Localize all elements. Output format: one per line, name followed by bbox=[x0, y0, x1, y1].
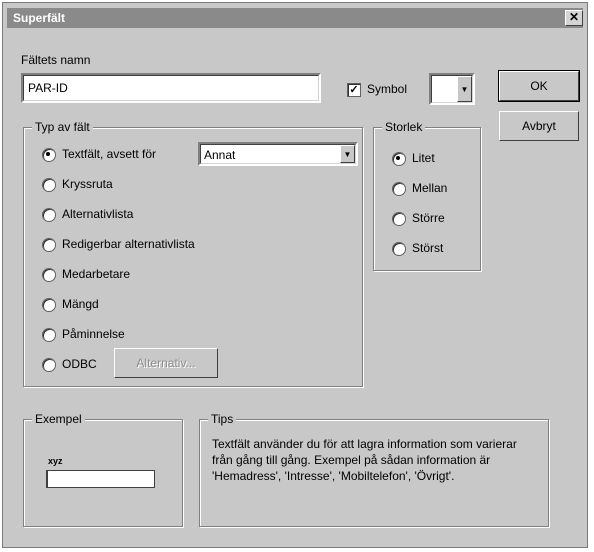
tips-group-title: Tips bbox=[208, 412, 237, 426]
radio-size-storre[interactable] bbox=[392, 212, 406, 226]
radio-textfalt[interactable] bbox=[42, 148, 56, 162]
radio-alternativlista[interactable] bbox=[42, 208, 56, 222]
close-button[interactable]: ✕ bbox=[565, 10, 583, 26]
cancel-label: Avbryt bbox=[522, 119, 556, 133]
field-name-input[interactable]: PAR-ID bbox=[21, 73, 321, 103]
dialog-title: Superfält bbox=[13, 11, 66, 25]
text-purpose-dropdown-arrow[interactable]: ▼ bbox=[340, 145, 355, 163]
radio-size-mellan[interactable] bbox=[392, 182, 406, 196]
radio-size-litet[interactable] bbox=[392, 152, 406, 166]
example-sample-label: xyz bbox=[48, 456, 63, 466]
field-type-group-title: Typ av fält bbox=[32, 120, 93, 134]
radio-kryssruta[interactable] bbox=[42, 178, 56, 192]
radio-odbc[interactable] bbox=[42, 358, 56, 372]
alternatives-label: Alternativ... bbox=[136, 356, 196, 370]
option-label-kryssruta: Kryssruta bbox=[62, 177, 113, 191]
example-preview-field bbox=[46, 470, 155, 488]
chevron-down-icon: ▼ bbox=[460, 85, 469, 94]
cancel-button[interactable]: Avbryt bbox=[499, 111, 579, 141]
option-label-redigerbar: Redigerbar alternativlista bbox=[62, 237, 195, 251]
ok-button[interactable]: OK bbox=[498, 70, 580, 102]
superfalt-dialog: Superfält ✕ Fältets namn PAR-ID ✓ Symbol… bbox=[2, 2, 588, 548]
tips-text: Textfält använder du för att lagra infor… bbox=[212, 437, 517, 483]
option-label-paminnelse: Påminnelse bbox=[62, 327, 125, 341]
close-icon: ✕ bbox=[568, 10, 580, 24]
size-label-litet: Litet bbox=[412, 151, 435, 165]
symbol-combo[interactable]: ▼ bbox=[429, 73, 475, 105]
text-purpose-value: Annat bbox=[204, 148, 236, 162]
size-group: Storlek Litet Mellan Större Störst bbox=[373, 120, 481, 271]
example-group: Exempel xyz bbox=[23, 412, 183, 527]
field-name-value: PAR-ID bbox=[28, 81, 68, 95]
size-label-mellan: Mellan bbox=[412, 181, 448, 195]
radio-size-storst[interactable] bbox=[392, 242, 406, 256]
radio-medarbetare[interactable] bbox=[42, 268, 56, 282]
size-label-storre: Större bbox=[412, 211, 445, 225]
size-group-title: Storlek bbox=[382, 120, 426, 134]
option-label-medarbetare: Medarbetare bbox=[62, 267, 131, 281]
option-label-odbc: ODBC bbox=[62, 357, 97, 371]
radio-paminnelse[interactable] bbox=[42, 328, 56, 342]
radio-redigerbar-alternativlista[interactable] bbox=[42, 238, 56, 252]
symbol-dropdown-arrow[interactable]: ▼ bbox=[457, 76, 472, 102]
radio-mangd[interactable] bbox=[42, 298, 56, 312]
alternatives-button[interactable]: Alternativ... bbox=[114, 348, 218, 378]
size-label-storst: Störst bbox=[412, 241, 444, 255]
chevron-down-icon: ▼ bbox=[343, 150, 352, 159]
ok-label: OK bbox=[530, 79, 548, 93]
tips-group: Tips Textfält använder du för att lagra … bbox=[199, 412, 549, 527]
field-type-group: Typ av fält Textfält, avsett för Annat ▼… bbox=[23, 120, 363, 387]
example-group-title: Exempel bbox=[32, 412, 85, 426]
symbol-checkbox[interactable]: ✓ bbox=[347, 83, 361, 97]
title-bar[interactable]: Superfält ✕ bbox=[7, 8, 583, 28]
checkmark-icon: ✓ bbox=[349, 84, 359, 96]
field-name-label: Fältets namn bbox=[21, 53, 91, 67]
symbol-label: Symbol bbox=[367, 82, 408, 96]
option-label-mangd: Mängd bbox=[62, 297, 99, 311]
text-purpose-select[interactable]: Annat ▼ bbox=[198, 142, 358, 166]
option-label-alternativlista: Alternativlista bbox=[62, 207, 134, 221]
option-label-textfalt: Textfält, avsett för bbox=[62, 147, 157, 161]
